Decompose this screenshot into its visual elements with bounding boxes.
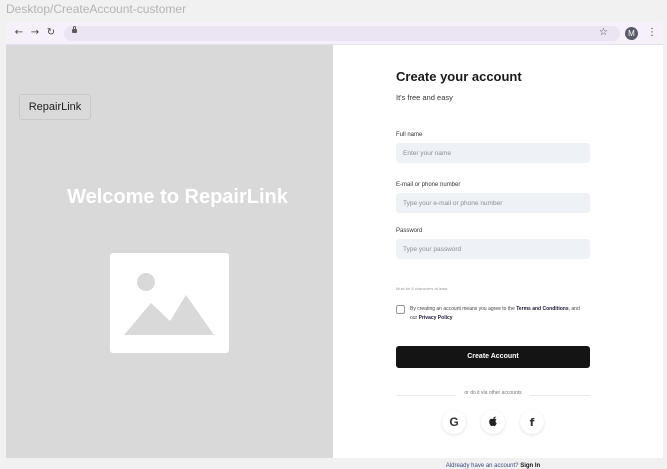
signin-prompt: Aldready have an account?: [445, 463, 519, 469]
terms-prefix: By creating an account means you agree t…: [410, 306, 517, 312]
back-icon[interactable]: ←: [12, 26, 26, 40]
signin-row: Aldready have an account? Sign In: [396, 463, 590, 469]
terms-text: By creating an account means you agree t…: [410, 305, 580, 323]
avatar[interactable]: M: [625, 27, 638, 40]
apple-icon: [489, 416, 497, 427]
kebab-icon[interactable]: ⋮: [647, 26, 657, 40]
brand-button[interactable]: RepairLink: [19, 94, 91, 120]
password-hint: Must be 8 characters at least: [396, 286, 448, 291]
star-icon[interactable]: ☆: [599, 26, 608, 40]
email-input[interactable]: [396, 193, 590, 213]
password-input[interactable]: [396, 239, 590, 259]
apple-button[interactable]: [481, 410, 505, 434]
password-label: Password: [396, 228, 423, 234]
image-placeholder: [110, 253, 229, 353]
forward-icon[interactable]: →: [28, 26, 42, 40]
welcome-heading: Welcome to RepairLink: [67, 186, 288, 208]
create-account-button[interactable]: Create Account: [396, 346, 590, 368]
browser-toolbar: ← → ↻ ☆ M ⋮: [6, 22, 663, 45]
fullname-input[interactable]: [396, 143, 590, 163]
signin-link[interactable]: Sign In: [520, 463, 540, 469]
google-button[interactable]: G: [442, 410, 466, 434]
privacy-link[interactable]: Privacy Policy: [419, 315, 453, 321]
facebook-icon: f: [529, 416, 535, 429]
page-title: Create your account: [396, 69, 522, 84]
divider-text: or do it via other accounts: [456, 390, 530, 396]
frame-label: Desktop/CreateAccount-customer: [6, 2, 187, 16]
reload-icon[interactable]: ↻: [44, 26, 58, 40]
fullname-label: Full name: [396, 132, 423, 138]
terms-checkbox[interactable]: [396, 305, 405, 314]
email-label: E-mail or phone number: [396, 182, 461, 188]
hero-panel: RepairLink Welcome to RepairLink: [6, 45, 333, 458]
google-icon: G: [449, 415, 459, 429]
terms-link[interactable]: Terms and Conditions: [516, 306, 568, 312]
page-subtitle: It's free and easy: [396, 93, 453, 102]
facebook-button[interactable]: f: [520, 410, 544, 434]
lock-icon: [72, 26, 77, 33]
landscape-icon: [124, 273, 214, 335]
address-bar[interactable]: [64, 26, 620, 41]
browser-window: ← → ↻ ☆ M ⋮ RepairLink Welcome to Repair…: [6, 22, 663, 469]
